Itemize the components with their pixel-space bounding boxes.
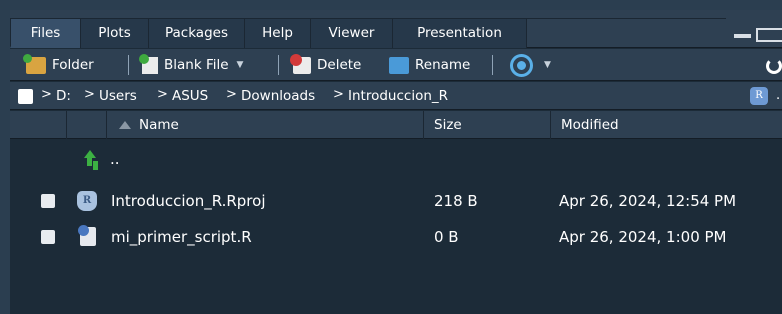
file-list-header: Name Size Modified [10, 111, 782, 139]
chevron-down-icon: ▼ [544, 60, 551, 70]
chevron-right-icon: > [41, 87, 52, 102]
breadcrumb-drive[interactable]: D: [56, 88, 71, 104]
rproj-icon: R [77, 191, 97, 211]
more-options-button[interactable]: ▼ [510, 53, 551, 77]
header-icon-column [67, 111, 107, 139]
toolbar-divider [128, 55, 129, 75]
column-header-name[interactable]: Name [107, 111, 424, 139]
sort-ascending-icon [119, 120, 131, 129]
breadcrumb-downloads[interactable]: Downloads [241, 88, 315, 104]
chevron-right-icon: > [333, 87, 344, 102]
file-modified: Apr 26, 2024, 1:00 PM [559, 228, 727, 246]
breadcrumb-current-folder[interactable]: Introduccion_R [348, 88, 448, 104]
column-header-name-label: Name [139, 117, 179, 133]
tab-viewer[interactable]: Viewer [310, 18, 392, 48]
pane-tab-bar: Files Plots Packages Help Viewer Present… [10, 10, 782, 48]
window-controls [734, 27, 782, 42]
file-size: 218 B [434, 192, 478, 210]
new-folder-button[interactable]: Folder [23, 53, 94, 77]
chevron-right-icon: > [157, 87, 168, 102]
new-blank-file-label: Blank File [164, 57, 229, 73]
outer-frame: Files Plots Packages Help Viewer Present… [0, 0, 782, 314]
file-name-link[interactable]: Introduccion_R.Rproj [111, 186, 265, 216]
file-modified: Apr 26, 2024, 12:54 PM [559, 192, 737, 210]
file-name-link[interactable]: mi_primer_script.R [111, 222, 252, 252]
column-header-modified[interactable]: Modified [551, 111, 782, 139]
gear-icon [510, 53, 533, 77]
refresh-icon[interactable] [766, 58, 782, 74]
tab-plots[interactable]: Plots [80, 18, 148, 48]
files-toolbar: Folder Blank File ▼ Delete Rename ▼ [10, 49, 782, 81]
table-row[interactable]: R Introduccion_R.Rproj 218 B Apr 26, 202… [10, 186, 782, 216]
rename-button[interactable]: Rename [389, 53, 470, 77]
table-row[interactable]: mi_primer_script.R 0 B Apr 26, 2024, 1:0… [10, 222, 782, 252]
delete-icon [290, 53, 311, 74]
new-blank-file-icon [139, 53, 158, 74]
column-header-size[interactable]: Size [424, 111, 551, 139]
tab-presentation[interactable]: Presentation [392, 18, 526, 48]
r-script-icon [78, 225, 96, 246]
new-folder-icon [23, 53, 46, 74]
chevron-down-icon: ▼ [236, 60, 244, 70]
rename-icon [389, 56, 409, 74]
more-path-indicator[interactable]: . [776, 88, 780, 103]
tab-bar-filler [526, 18, 726, 48]
maximize-icon[interactable] [756, 28, 782, 42]
breadcrumb-asus[interactable]: ASUS [172, 88, 208, 104]
project-badge-icon[interactable]: R [750, 87, 768, 105]
tab-help[interactable]: Help [244, 18, 310, 48]
go-up-arrow-icon [79, 150, 97, 168]
select-all-checkbox[interactable] [18, 89, 33, 104]
new-folder-label: Folder [52, 57, 94, 73]
minimize-icon[interactable] [734, 34, 751, 38]
delete-button[interactable]: Delete [290, 53, 362, 77]
breadcrumb: > D: > Users > ASUS > Downloads > Introd… [10, 82, 782, 110]
rename-label: Rename [415, 57, 471, 73]
parent-directory-label[interactable]: .. [110, 144, 120, 174]
parent-directory-row[interactable]: .. [10, 144, 782, 174]
tab-files[interactable]: Files [10, 18, 80, 48]
row-checkbox[interactable] [41, 230, 55, 244]
row-checkbox[interactable] [41, 194, 55, 208]
toolbar-divider [278, 55, 279, 75]
toolbar-divider [492, 55, 493, 75]
files-pane: Files Plots Packages Help Viewer Present… [10, 10, 782, 314]
tab-packages[interactable]: Packages [148, 18, 244, 48]
breadcrumb-users[interactable]: Users [99, 88, 137, 104]
chevron-right-icon: > [84, 87, 95, 102]
chevron-right-icon: > [226, 87, 237, 102]
header-check-column [10, 111, 67, 139]
new-blank-file-button[interactable]: Blank File ▼ [139, 53, 244, 77]
delete-label: Delete [317, 57, 362, 73]
file-size: 0 B [434, 228, 459, 246]
